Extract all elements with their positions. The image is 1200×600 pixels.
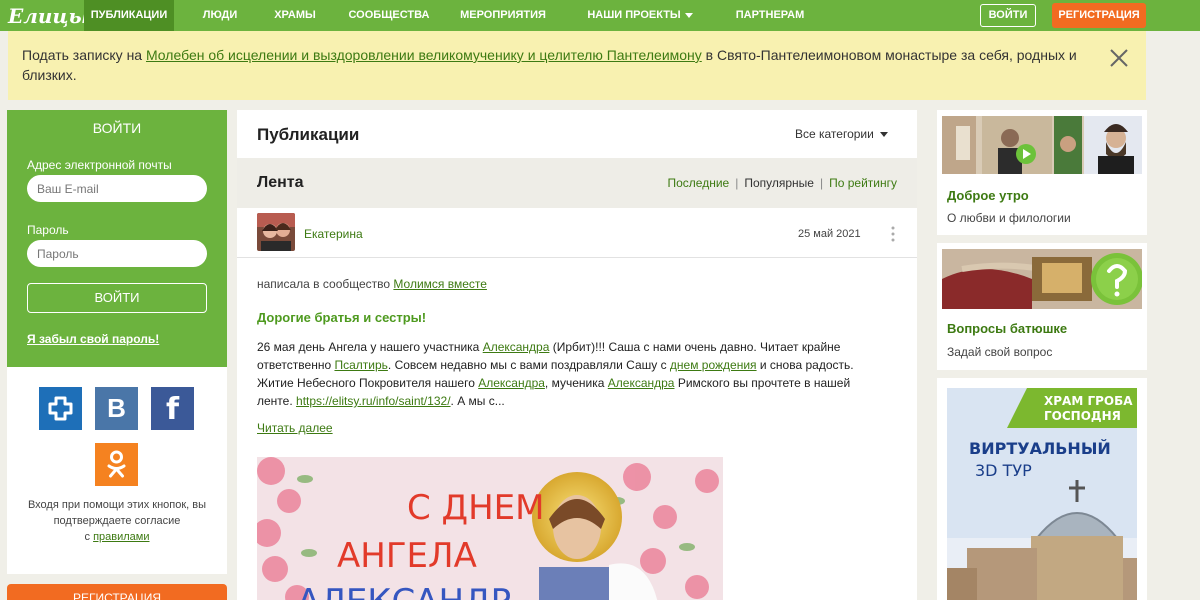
page-title: Публикации	[257, 125, 360, 144]
image-caption-line2: АНГЕЛА	[337, 536, 477, 576]
publications-header: Публикации Все категории	[237, 110, 917, 158]
nav-item-partners[interactable]: Партнерам	[726, 0, 814, 31]
post-body-text: . Совсем недавно мы с вами поздравляли С…	[387, 358, 670, 372]
post-body-link[interactable]: Александра	[483, 340, 550, 354]
image-caption-line3: АЛЕКСАНДР	[297, 582, 511, 600]
vk-icon: B	[107, 393, 126, 423]
top-navigation: Елицы Публикации Люди Храмы Сообщества М…	[0, 0, 1200, 31]
community-prefix: написала в сообщество	[257, 277, 394, 291]
widget-virtual-tour-ad[interactable]: ХРАМ ГРОБА ГОСПОДНЯ ВИРТУАЛЬНЫЙ 3D ТУР	[937, 378, 1147, 600]
ad-line1: ХРАМ ГРОБА	[1044, 394, 1133, 408]
odnoklassniki-icon	[107, 450, 126, 478]
post-body-text: . А мы с...	[450, 394, 505, 408]
widget-title[interactable]: Доброе утро	[947, 188, 1029, 203]
password-field[interactable]	[27, 240, 207, 267]
email-label: Адрес электронной почты	[27, 158, 172, 172]
categories-label: Все категории	[795, 127, 874, 141]
post-body-link[interactable]: днем рождения	[670, 358, 757, 372]
widget-title[interactable]: Вопросы батюшке	[947, 321, 1067, 336]
more-vertical-icon[interactable]	[889, 225, 897, 243]
post-body: 26 мая день Ангела у нашего участника Ал…	[257, 338, 857, 410]
post-body-link[interactable]: Александра	[608, 376, 675, 390]
ad-line2: ГОСПОДНЯ	[1044, 409, 1121, 423]
chevron-down-icon	[879, 132, 888, 138]
sort-rating[interactable]: По рейтингу	[829, 176, 897, 190]
sort-separator: |	[819, 176, 824, 190]
facebook-button[interactable]: f	[151, 387, 194, 430]
nav-item-our-projects-label: Наши проекты	[587, 9, 681, 21]
widget-good-morning[interactable]: Доброе утро О любви и филологии	[937, 110, 1147, 235]
widget-image[interactable]	[942, 249, 1142, 309]
sort-popular[interactable]: Популярные	[744, 176, 814, 190]
read-more-link[interactable]: Читать далее	[257, 421, 333, 435]
login-submit-button[interactable]: Войти	[27, 283, 207, 313]
odnoklassniki-button[interactable]	[95, 443, 138, 486]
post-community: написала в сообщество Молимся вместе	[257, 277, 487, 291]
post-heading: Дорогие братья и сестры!	[257, 310, 427, 325]
social-login-panel: B f Входя при помощи этих кнопок, вы под…	[7, 367, 227, 574]
widget-subtitle: Задай свой вопрос	[947, 345, 1053, 359]
social-note-prefix: с	[84, 531, 94, 543]
facebook-icon: f	[165, 392, 180, 427]
login-panel: Войти Адрес электронной почты Пароль Вой…	[7, 110, 227, 367]
post-body-link[interactable]: Псалтирь	[334, 358, 387, 372]
banner-link[interactable]: Молебен об исцелении и выздоровлении вел…	[146, 47, 702, 63]
nav-item-communities[interactable]: Сообщества	[340, 0, 438, 31]
image-caption-line1: С ДНЕМ	[407, 488, 545, 528]
vk-button[interactable]: B	[95, 387, 138, 430]
avatar[interactable]	[257, 213, 295, 251]
rules-link[interactable]: правилами	[93, 531, 149, 543]
social-cross-button[interactable]	[39, 387, 82, 430]
widget-subtitle: О любви и филологии	[947, 211, 1071, 225]
feed-post: Екатерина 25 май 2021 написала в сообщес…	[237, 208, 917, 600]
banner-text: Подать записку на Молебен об исцелении и…	[22, 45, 1092, 85]
post-date: 25 май 2021	[798, 228, 861, 240]
cross-network-icon	[48, 396, 73, 421]
register-button[interactable]: Регистрация	[1052, 3, 1146, 28]
sort-separator: |	[735, 176, 739, 190]
community-link[interactable]: Молимся вместе	[393, 277, 487, 291]
post-body-text: , мученика	[544, 376, 608, 390]
nav-item-temples[interactable]: Храмы	[262, 0, 328, 31]
notice-banner: Подать записку на Молебен об исцелении и…	[8, 31, 1146, 100]
ad-banner[interactable]: ХРАМ ГРОБА ГОСПОДНЯ ВИРТУАЛЬНЫЙ 3D ТУР	[947, 388, 1137, 600]
post-body-text: 26 мая день Ангела у нашего участника	[257, 340, 483, 354]
nav-item-people[interactable]: Люди	[188, 0, 252, 31]
ad-line4: 3D ТУР	[975, 461, 1032, 480]
nav-item-our-projects[interactable]: Наши проекты	[578, 0, 702, 31]
feed-sort-tabs: Последние | Популярные | По рейтингу	[668, 176, 898, 190]
post-author-row: Екатерина 25 май 2021	[237, 208, 917, 258]
site-logo[interactable]: Елицы	[8, 3, 89, 29]
email-field[interactable]	[27, 175, 207, 202]
password-label: Пароль	[27, 223, 69, 237]
nav-item-events[interactable]: Мероприятия	[452, 0, 554, 31]
register-bottom-button[interactable]: Регистрация	[7, 584, 227, 600]
sort-latest[interactable]: Последние	[668, 176, 730, 190]
login-title: Войти	[92, 120, 142, 136]
forgot-password-link[interactable]: Я забыл свой пароль!	[27, 332, 159, 346]
close-icon[interactable]	[1107, 46, 1131, 70]
nav-item-publications[interactable]: Публикации	[84, 0, 174, 31]
post-image[interactable]: С ДНЕМ АНГЕЛА АЛЕКСАНДР	[257, 457, 723, 600]
video-thumbnail[interactable]	[942, 116, 1142, 174]
widget-priest-questions[interactable]: Вопросы батюшке Задай свой вопрос	[937, 243, 1147, 370]
post-body-link[interactable]: https://elitsy.ru/info/saint/132/	[296, 394, 451, 408]
ad-line3: ВИРТУАЛЬНЫЙ	[969, 439, 1111, 458]
author-name[interactable]: Екатерина	[304, 227, 363, 241]
post-body-link[interactable]: Александра	[478, 376, 545, 390]
categories-dropdown[interactable]: Все категории	[795, 127, 888, 141]
banner-prefix: Подать записку на	[22, 47, 146, 63]
social-note-text: Входя при помощи этих кнопок, вы подтвер…	[27, 499, 207, 527]
feed-title: Лента	[257, 174, 304, 191]
chevron-down-icon	[684, 12, 693, 18]
feed-header: Лента Последние | Популярные | По рейтингу	[237, 158, 917, 208]
login-button[interactable]: Войти	[980, 4, 1036, 27]
social-login-note: Входя при помощи этих кнопок, вы подтвер…	[17, 497, 217, 545]
